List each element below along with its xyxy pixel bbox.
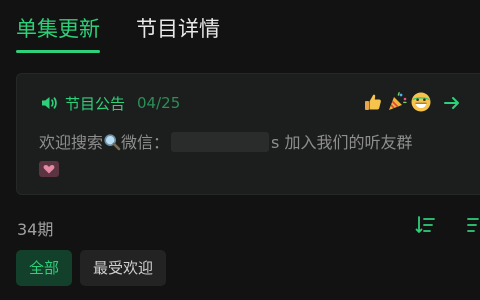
active-tab-indicator <box>16 50 100 53</box>
speaker-icon <box>42 97 57 109</box>
tab-episode-updates-label: 单集更新 <box>16 17 100 41</box>
announcement-text-part3: s 加入我们的听友群 <box>271 133 413 152</box>
episode-count: 34期 <box>17 220 54 239</box>
arrow-right-icon[interactable] <box>443 94 461 112</box>
announcement-text-part1: 欢迎搜索 <box>39 133 104 152</box>
tab-program-details-label: 节目详情 <box>136 17 220 41</box>
sort-order-icon[interactable] <box>414 214 436 236</box>
tab-bar: 单集更新 节目详情 <box>16 14 220 53</box>
redacted-wechat-id <box>171 132 270 152</box>
grinning-face-icon <box>411 92 431 112</box>
emoji-row <box>362 91 432 113</box>
announcement-card[interactable]: 节目公告 04/25 欢迎搜索 微信： s 加入我们的听友群 <box>16 73 480 195</box>
announcement-title: 节目公告 <box>65 94 126 113</box>
sort-alt-icon[interactable] <box>465 214 480 236</box>
tab-program-details[interactable]: 节目详情 <box>136 14 220 44</box>
tab-episode-updates[interactable]: 单集更新 <box>16 14 100 53</box>
magnifier-icon <box>104 134 121 151</box>
filter-all-button[interactable]: 全部 <box>16 250 73 286</box>
party-popper-icon <box>389 91 407 110</box>
thumbs-up-icon <box>365 94 381 110</box>
podcast-episode-page: 单集更新 节目详情 节目公告 04/25 欢迎搜索 微信： s 加入我们的听友群… <box>0 0 480 300</box>
announcement-text-part2: 微信： <box>121 133 170 152</box>
announcement-date: 04/25 <box>137 94 181 112</box>
announcement-body: 欢迎搜索 微信： s 加入我们的听友群 <box>39 129 479 186</box>
filter-most-popular-button[interactable]: 最受欢迎 <box>80 250 167 286</box>
filter-chips: 全部 最受欢迎 <box>16 250 167 286</box>
announcement-header: 节目公告 04/25 <box>39 92 180 114</box>
heart-icon <box>39 161 59 177</box>
